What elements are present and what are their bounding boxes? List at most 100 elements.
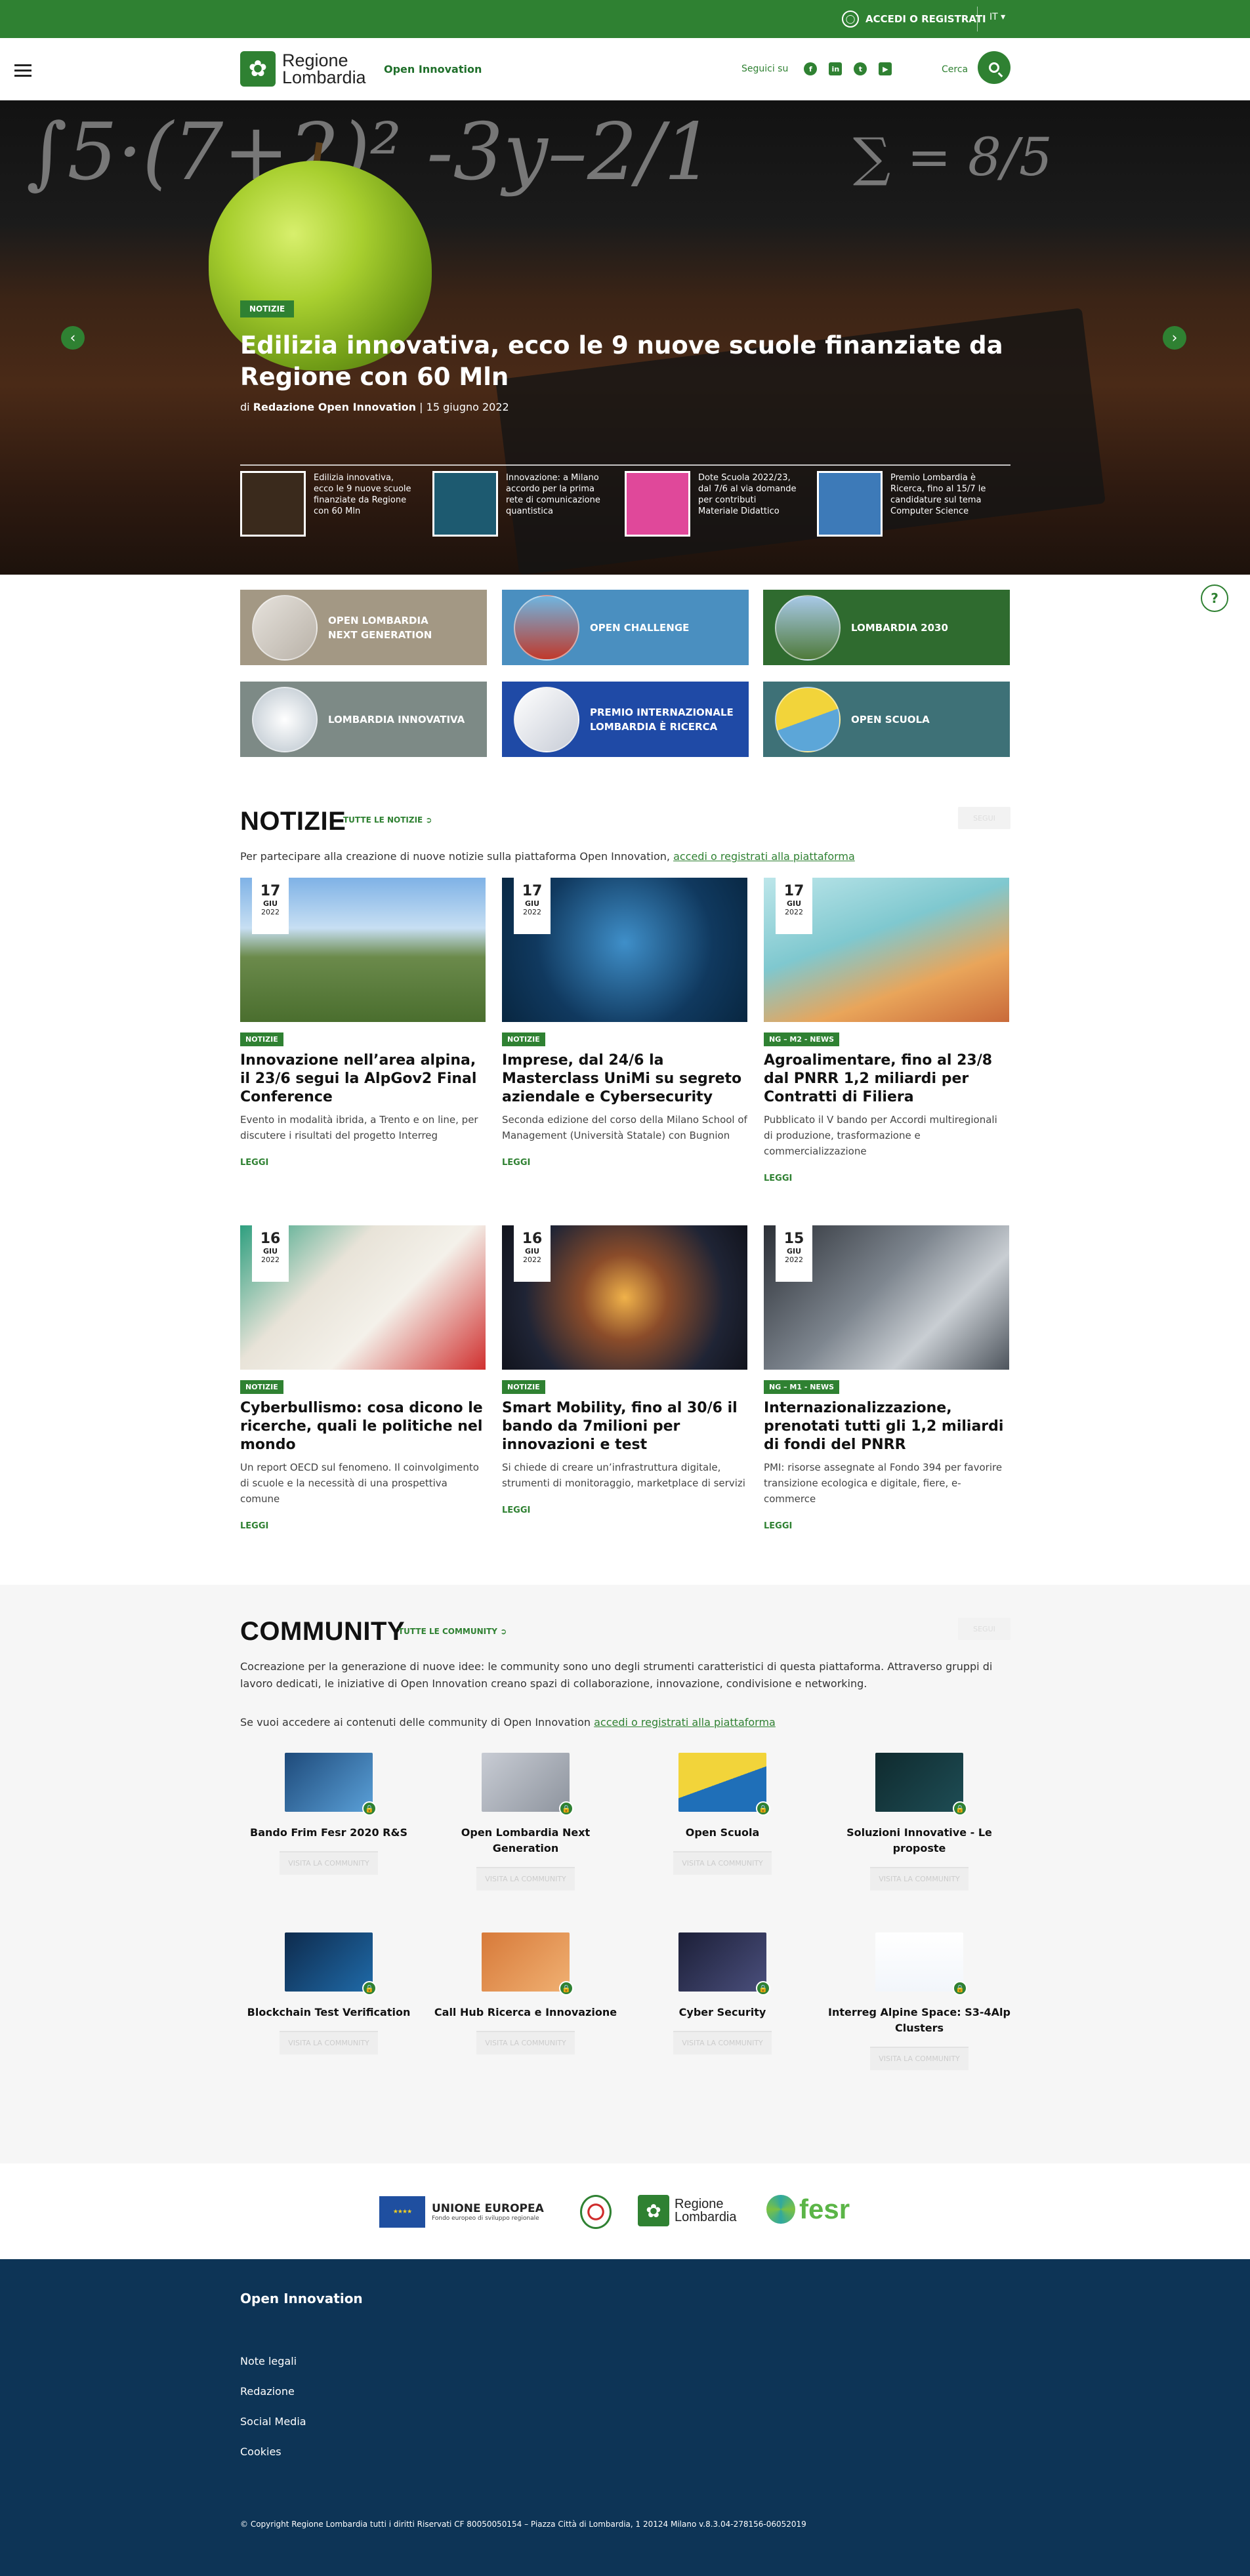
menu-icon[interactable] xyxy=(14,64,31,80)
divider xyxy=(977,7,978,31)
community-image[interactable]: 🔒 xyxy=(482,1753,573,1816)
news-image: 17 GIU 2022 xyxy=(240,878,486,1022)
hero-thumb[interactable]: Edilizia innovativa, ecco le 9 nuove scu… xyxy=(240,471,432,537)
news-tag[interactable]: NOTIZIE xyxy=(502,1032,545,1046)
tile-lombardia-2030[interactable]: LOMBARDIA 2030 xyxy=(763,590,1010,665)
social-follow: Seguici su f in t ▶ xyxy=(741,62,892,75)
news-card[interactable]: 16 GIU 2022 NOTIZIE Cyberbullismo: cosa dico… xyxy=(240,1225,486,1531)
news-card[interactable]: 17 GIU 2022 NG – M2 - NEWS Agroalimentare, f… xyxy=(764,878,1009,1183)
all-news-link[interactable]: TUTTE LE NOTIZIE ➲ xyxy=(343,815,432,825)
news-title[interactable]: Imprese, dal 24/6 la Masterclass UniMi s… xyxy=(502,1052,747,1107)
header: ✿ Regione Lombardia Open Innovation Segui… xyxy=(0,38,1250,100)
news-image: 15 GIU 2022 xyxy=(764,1225,1009,1370)
news-follow-button[interactable]: SEGUI xyxy=(958,807,1010,829)
news-image: 17 GIU 2022 xyxy=(764,878,1009,1022)
news-card[interactable]: 16 GIU 2022 NOTIZIE Smart Mobility, fino al … xyxy=(502,1225,747,1515)
hero-date: | 15 giugno 2022 xyxy=(419,401,509,413)
hero-thumb[interactable]: Dote Scuola 2022/23, dal 7/6 al via doma… xyxy=(625,471,817,537)
news-title[interactable]: Smart Mobility, fino al 30/6 il bando da… xyxy=(502,1399,747,1454)
help-question-icon[interactable]: ? xyxy=(1201,584,1228,612)
tile-label: LOMBARDIA INNOVATIVA xyxy=(328,713,465,726)
carousel-prev-arrow-icon[interactable]: ‹ xyxy=(61,326,85,350)
tile-lombardia-innovativa[interactable]: LOMBARDIA INNOVATIVA xyxy=(240,682,487,757)
tile-open-lombardia-next-generation[interactable]: OPEN LOMBARDIA NEXT GENERATION xyxy=(240,590,487,665)
community-login-link[interactable]: accedi o registrati alla piattaforma xyxy=(594,1716,776,1728)
footer-link-note-legali[interactable]: Note legali xyxy=(240,2355,306,2367)
news-title[interactable]: Cyberbullismo: cosa dicono le ricerche, … xyxy=(240,1399,486,1454)
language-selector[interactable]: IT ▾ xyxy=(990,12,1005,22)
news-description: Seconda edizione del corso della Milano … xyxy=(502,1114,747,1141)
tile-image xyxy=(775,594,841,661)
news-title[interactable]: Innovazione nell’area alpina, il 23/6 se… xyxy=(240,1052,486,1107)
news-card[interactable]: 15 GIU 2022 NG – M1 - NEWS Internazionalizza… xyxy=(764,1225,1009,1531)
login-link[interactable]: ◯ ACCEDI O REGISTRATI xyxy=(842,9,986,29)
visit-community-button[interactable]: VISITA LA COMMUNITY xyxy=(280,2031,378,2055)
hero-thumb[interactable]: Premio Lombardia è Ricerca, fino al 15/7… xyxy=(817,471,1009,537)
news-tag[interactable]: NG – M1 - NEWS xyxy=(764,1380,839,1394)
facebook-icon[interactable]: f xyxy=(804,62,818,75)
news-description: Un report OECD sul fenomeno. Il coinvolg… xyxy=(240,1462,479,1505)
news-card[interactable]: 17 GIU 2022 NOTIZIE Imprese, dal 24/6 la Mas… xyxy=(502,878,747,1168)
community-image[interactable]: 🔒 xyxy=(285,1932,377,1995)
visit-community-button[interactable]: VISITA LA COMMUNITY xyxy=(280,1851,378,1875)
news-tag[interactable]: NG – M2 - NEWS xyxy=(764,1032,839,1046)
tile-premio-lombardia-ricerca[interactable]: PREMIO INTERNAZIONALE LOMBARDIA È RICERC… xyxy=(502,682,749,757)
hero-title[interactable]: Edilizia innovativa, ecco le 9 nuove scu… xyxy=(240,330,1008,393)
footer-link-cookies[interactable]: Cookies xyxy=(240,2445,306,2458)
community-image[interactable]: 🔒 xyxy=(678,1753,770,1816)
read-more-link[interactable]: LEGGI xyxy=(240,1158,486,1168)
visit-community-button[interactable]: VISITA LA COMMUNITY xyxy=(673,2031,772,2055)
visit-community-button[interactable]: VISITA LA COMMUNITY xyxy=(870,1867,969,1891)
community-image[interactable]: 🔒 xyxy=(285,1753,377,1816)
tile-open-scuola[interactable]: OPEN SCUOLA xyxy=(763,682,1010,757)
news-tag[interactable]: NOTIZIE xyxy=(502,1380,545,1394)
login-label: ACCEDI O REGISTRATI xyxy=(865,13,986,25)
community-image[interactable]: 🔒 xyxy=(678,1932,770,1995)
news-tag[interactable]: NOTIZIE xyxy=(240,1380,283,1394)
youtube-icon[interactable]: ▶ xyxy=(879,62,892,75)
footer-title: Open Innovation xyxy=(240,2291,363,2306)
news-intro-text: Per partecipare alla creazione di nuove … xyxy=(240,850,670,863)
linkedin-icon[interactable]: in xyxy=(829,62,843,75)
hero-thumb[interactable]: Innovazione: a Milano accordo per la pri… xyxy=(432,471,625,537)
site-name-link[interactable]: Open Innovation xyxy=(384,63,482,75)
news-tag[interactable]: NOTIZIE xyxy=(240,1032,283,1046)
news-title[interactable]: Agroalimentare, fino al 23/8 dal PNRR 1,… xyxy=(764,1052,1009,1107)
chevron-down-icon: ▾ xyxy=(1001,12,1006,22)
search-button[interactable] xyxy=(978,51,1010,84)
news-title[interactable]: Internazionalizzazione, prenotati tutti … xyxy=(764,1399,1009,1454)
read-more-link[interactable]: LEGGI xyxy=(502,1158,747,1168)
read-more-link[interactable]: LEGGI xyxy=(764,1521,1009,1531)
footer-link-social-media[interactable]: Social Media xyxy=(240,2415,306,2428)
all-community-link[interactable]: TUTTE LE COMMUNITY ➲ xyxy=(398,1627,507,1636)
visit-community-button[interactable]: VISITA LA COMMUNITY xyxy=(870,2047,969,2070)
community-image[interactable]: 🔒 xyxy=(875,1753,967,1816)
news-day: 16 xyxy=(260,1231,281,1247)
twitter-icon[interactable]: t xyxy=(854,62,867,75)
news-day: 17 xyxy=(260,883,281,899)
visit-community-button[interactable]: VISITA LA COMMUNITY xyxy=(673,1851,772,1875)
read-more-link[interactable]: LEGGI xyxy=(240,1521,486,1531)
community-follow-button[interactable]: SEGUI xyxy=(958,1618,1010,1640)
fesr-text: fesr xyxy=(799,2194,850,2224)
hero-category-badge[interactable]: NOTIZIE xyxy=(240,300,295,317)
footer-link-redazione[interactable]: Redazione xyxy=(240,2385,306,2398)
partners-bar: ★★★★ UNIONE EUROPEA Fondo europeo di svil… xyxy=(0,2163,1250,2259)
carousel-next-arrow-icon[interactable]: › xyxy=(1163,326,1186,350)
news-login-link[interactable]: accedi o registrati alla piattaforma xyxy=(673,850,855,863)
community-name: Call Hub Ricerca e Innovazione xyxy=(434,2006,617,2018)
logo-text: Regione Lombardia xyxy=(282,51,366,87)
tile-open-challenge[interactable]: OPEN CHALLENGE xyxy=(502,590,749,665)
community-image[interactable]: 🔒 xyxy=(875,1932,967,1995)
visit-community-button[interactable]: VISITA LA COMMUNITY xyxy=(476,2031,575,2055)
read-more-link[interactable]: LEGGI xyxy=(764,1174,1009,1183)
italian-republic-emblem-icon xyxy=(580,2195,612,2229)
community-name: Open Lombardia Next Generation xyxy=(461,1826,591,1854)
lock-icon: 🔒 xyxy=(953,1801,967,1816)
read-more-link[interactable]: LEGGI xyxy=(502,1505,747,1515)
community-image[interactable]: 🔒 xyxy=(482,1932,573,1995)
news-card[interactable]: 17 GIU 2022 NOTIZIE Innovazione nell’area al… xyxy=(240,878,486,1168)
regione-lombardia-logo[interactable]: ✿ Regione Lombardia xyxy=(240,51,366,87)
community-item: 🔒 Bando Frim Fesr 2020 R&S VISITA LA COMMU… xyxy=(230,1753,427,1875)
visit-community-button[interactable]: VISITA LA COMMUNITY xyxy=(476,1867,575,1891)
